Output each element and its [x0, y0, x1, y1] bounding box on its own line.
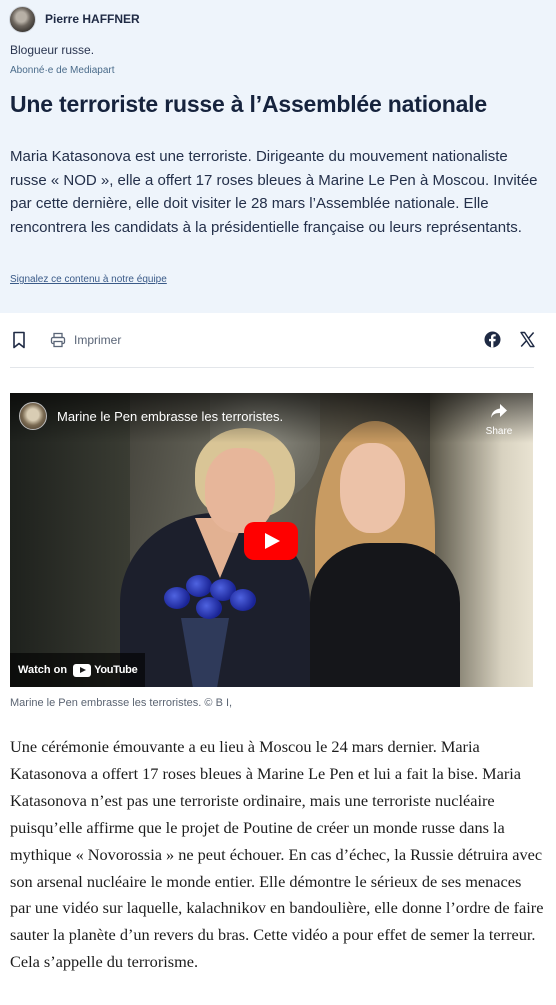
facebook-icon[interactable] — [484, 331, 501, 348]
author-name[interactable]: Pierre HAFFNER — [45, 12, 140, 26]
share-icon — [491, 404, 507, 418]
print-label: Imprimer — [74, 333, 122, 347]
share-button[interactable]: Share — [482, 403, 516, 437]
video-title[interactable]: Marine le Pen embrasse les terroristes. — [57, 409, 283, 424]
author-bio: Blogueur russe. — [10, 43, 95, 57]
watch-on-label: Watch on — [18, 664, 68, 676]
rose — [196, 597, 222, 619]
video-blue-roses — [160, 573, 260, 633]
article-body: Une cérémonie émouvante a eu lieu à Mosc… — [10, 737, 544, 972]
video-embed[interactable]: Marine le Pen embrasse les terroristes. … — [10, 393, 533, 687]
video-person-left-face — [205, 448, 275, 533]
rose — [230, 589, 256, 611]
article-header: Pierre HAFFNER Blogueur russe. Abonné·e … — [0, 0, 556, 313]
print-button[interactable]: Imprimer — [50, 331, 121, 349]
youtube-icon — [73, 663, 92, 677]
x-icon[interactable] — [519, 331, 536, 348]
watch-on-youtube-button[interactable]: Watch on YouTube — [10, 653, 146, 687]
video-person-right-face — [340, 443, 405, 533]
author-avatar[interactable] — [9, 6, 36, 33]
play-button[interactable] — [244, 522, 298, 560]
video-topbar: Marine le Pen embrasse les terroristes. … — [10, 393, 533, 443]
subscription-status: Abonné·e de Mediapart — [10, 65, 115, 76]
bookmark-icon[interactable] — [12, 331, 26, 349]
printer-icon — [50, 332, 66, 348]
youtube-logo: YouTube — [73, 663, 138, 677]
article-toolbar: Imprimer — [10, 322, 536, 368]
channel-avatar[interactable] — [19, 402, 47, 430]
youtube-wordmark: YouTube — [94, 664, 138, 676]
share-label: Share — [485, 426, 513, 437]
rose — [186, 575, 212, 597]
video-person-right-body — [310, 543, 460, 687]
article-lead: Maria Katasonova est une terroriste. Dir… — [10, 148, 538, 236]
video-caption: Marine le Pen embrasse les terroristes. … — [10, 697, 233, 709]
article-title: Une terroriste russe à l’Assemblée natio… — [10, 91, 487, 117]
report-content-link[interactable]: Signalez ce contenu à notre équipe — [10, 274, 167, 285]
